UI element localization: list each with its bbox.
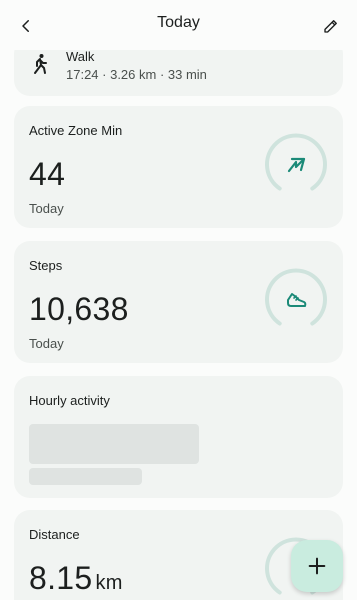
loading-placeholder-line — [29, 468, 142, 485]
active-zone-value: 44 — [29, 156, 66, 192]
steps-progress-ring — [265, 268, 327, 326]
pencil-icon — [324, 20, 337, 33]
top-app-bar: Today — [0, 0, 357, 50]
distance-unit: km — [95, 572, 123, 594]
card-label: Steps — [29, 258, 63, 273]
steps-value: 10,638 — [29, 291, 129, 327]
page-title: Today — [157, 14, 200, 31]
active-zone-arrows-icon — [287, 157, 306, 173]
steps-card[interactable]: Steps 10,638 Today — [14, 241, 343, 363]
distance-value: 8.15 km — [29, 560, 123, 597]
card-label: Hourly activity — [29, 393, 110, 408]
app-screen: Today Walk 17:24 · 3.26 km · 33 min Acti… — [0, 0, 357, 600]
card-label: Active Zone Min — [29, 123, 123, 138]
distance-number: 8.15 — [29, 560, 93, 596]
card-label: Distance — [29, 527, 80, 542]
walk-detail: 17:24 · 3.26 km · 33 min — [66, 67, 207, 82]
active-zone-progress-ring — [265, 133, 327, 191]
loading-placeholder — [29, 424, 199, 464]
walk-title: Walk — [66, 49, 95, 64]
steps-sub: Today — [29, 336, 64, 351]
add-fab-button[interactable] — [291, 540, 343, 592]
edit-button[interactable] — [317, 12, 345, 40]
hourly-activity-card[interactable]: Hourly activity — [14, 376, 343, 498]
shoe-icon — [287, 293, 307, 307]
plus-icon — [308, 557, 326, 575]
walk-icon — [34, 54, 47, 74]
active-zone-minutes-card[interactable]: Active Zone Min 44 Today — [14, 106, 343, 228]
active-zone-sub: Today — [29, 201, 64, 216]
